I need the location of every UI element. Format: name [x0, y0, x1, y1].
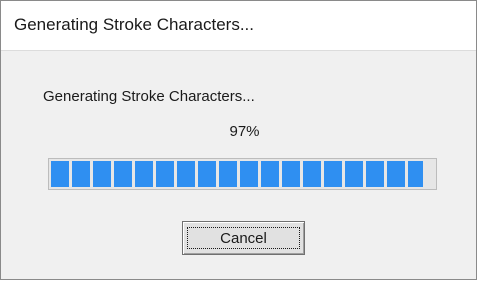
- progress-bar-fill: [51, 161, 423, 187]
- title-bar[interactable]: Generating Stroke Characters...: [1, 1, 476, 51]
- progress-percent: 97%: [229, 123, 260, 140]
- cancel-button[interactable]: Cancel: [182, 221, 305, 255]
- cancel-button-label: Cancel: [187, 227, 300, 249]
- progress-bar: [48, 158, 437, 190]
- progress-dialog: Generating Stroke Characters... Generati…: [0, 0, 477, 280]
- status-message: Generating Stroke Characters...: [43, 88, 255, 105]
- window-title: Generating Stroke Characters...: [14, 15, 255, 34]
